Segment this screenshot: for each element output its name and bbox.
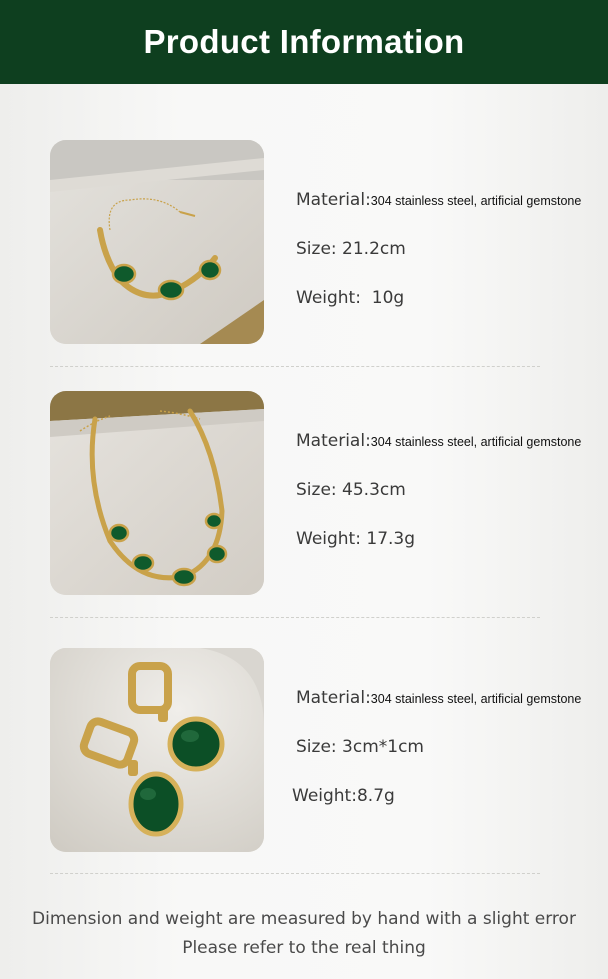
material-value: 304 stainless steel, artificial gemstone	[370, 435, 582, 449]
product-card-necklace: Material:304 stainless steel, artificial…	[0, 391, 608, 601]
weight-label: Weight:	[296, 288, 361, 308]
weight-row: Weight: 17.3g	[296, 529, 415, 549]
product-image-earrings	[50, 648, 264, 852]
weight-label: Weight:	[292, 786, 357, 806]
size-label: Size:	[296, 480, 337, 500]
product-card-earrings: Material:304 stainless steel, artificial…	[0, 648, 608, 858]
divider	[50, 617, 540, 618]
page-title: Product Information	[143, 23, 465, 60]
material-row: Material:304 stainless steel, artificial…	[296, 688, 581, 708]
disclaimer-line-2: Please refer to the real thing	[182, 938, 426, 958]
weight-value: 17.3g	[366, 529, 416, 549]
material-label: Material:	[296, 431, 371, 451]
header-banner: Product Information	[0, 0, 608, 84]
size-row: Size: 3cm*1cm	[296, 737, 424, 757]
disclaimer-line-1: Dimension and weight are measured by han…	[32, 909, 576, 929]
material-value: 304 stainless steel, artificial gemstone	[370, 692, 582, 706]
material-row: Material:304 stainless steel, artificial…	[296, 190, 581, 210]
divider	[50, 873, 540, 874]
size-label: Size:	[296, 239, 337, 259]
weight-row: Weight: 10g	[296, 288, 404, 308]
divider	[50, 366, 540, 367]
size-row: Size: 45.3cm	[296, 480, 406, 500]
material-row: Material:304 stainless steel, artificial…	[296, 431, 581, 451]
size-row: Size: 21.2cm	[296, 239, 406, 259]
weight-value: 8.7g	[356, 786, 395, 806]
size-value: 3cm*1cm	[342, 737, 424, 757]
size-value: 45.3cm	[342, 480, 406, 500]
product-card-bracelet: Material:304 stainless steel, artificial…	[0, 140, 608, 350]
size-label: Size:	[296, 737, 337, 757]
product-image-bracelet	[50, 140, 264, 344]
size-value: 21.2cm	[342, 239, 406, 259]
weight-value: 10g	[371, 288, 405, 308]
weight-label: Weight:	[296, 529, 361, 549]
material-label: Material:	[296, 190, 371, 210]
material-value: 304 stainless steel, artificial gemstone	[370, 194, 582, 208]
product-image-necklace	[50, 391, 264, 595]
weight-row: Weight:8.7g	[292, 786, 395, 806]
material-label: Material:	[296, 688, 371, 708]
